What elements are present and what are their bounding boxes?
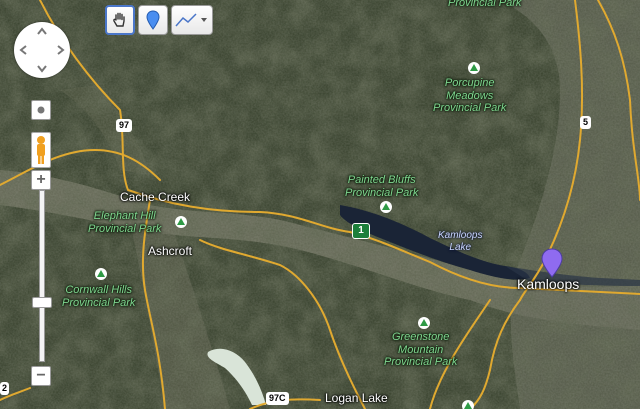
trans-canada-shield: 1 bbox=[352, 223, 370, 239]
marker-tool-button[interactable] bbox=[138, 5, 168, 35]
route-5-shield: 5 bbox=[580, 116, 592, 129]
city-label-ashcroft: Ashcroft bbox=[148, 244, 193, 258]
street-view-pegman-button[interactable] bbox=[31, 132, 51, 168]
satellite-map[interactable]: 97 5 97C 1 2 Provincial Park Porcupine M… bbox=[0, 0, 640, 412]
map-marker-icon[interactable] bbox=[541, 248, 563, 278]
edge-route-shield: 2 bbox=[0, 382, 10, 395]
marker-pin-icon bbox=[146, 10, 160, 30]
route-97c-shield: 97C bbox=[266, 392, 289, 405]
chevron-down-icon bbox=[201, 18, 207, 22]
park-label-elephant-hill: Elephant Hill Provincial Park bbox=[88, 210, 162, 235]
zoom-out-button[interactable]: − bbox=[31, 366, 51, 386]
zoom-in-button[interactable]: + bbox=[31, 170, 51, 190]
pegman-icon bbox=[37, 136, 45, 164]
park-tree-icon bbox=[468, 62, 480, 74]
lake-label-kamloops: Kamloops Lake bbox=[438, 230, 483, 253]
route-97-shield: 97 bbox=[116, 119, 133, 132]
reset-view-button[interactable] bbox=[31, 100, 51, 120]
polyline-icon bbox=[175, 13, 207, 27]
drawing-toolbar bbox=[105, 5, 213, 35]
pan-arrows-icon bbox=[19, 27, 65, 73]
city-label-logan-lake: Logan Lake bbox=[325, 391, 388, 405]
park-tree-icon bbox=[175, 216, 187, 228]
pan-control[interactable] bbox=[14, 22, 70, 78]
park-label-cornwall-hills: Cornwall Hills Provincial Park bbox=[62, 284, 136, 309]
city-label-cache-creek: Cache Creek bbox=[120, 190, 191, 204]
park-tree-icon bbox=[95, 268, 107, 280]
park-label-porcupine-meadows: Porcupine Meadows Provincial Park bbox=[433, 77, 507, 115]
hand-icon bbox=[113, 12, 125, 27]
park-tree-icon bbox=[418, 317, 430, 329]
terrain-layer bbox=[0, 0, 640, 410]
line-tool-button[interactable] bbox=[171, 5, 213, 35]
zoom-slider-track[interactable] bbox=[39, 190, 45, 362]
zoom-slider-handle[interactable] bbox=[32, 297, 52, 309]
park-label-greenstone-mountain: Greenstone Mountain Provincial Park bbox=[384, 331, 458, 369]
hand-tool-button[interactable] bbox=[105, 5, 135, 35]
park-label-painted-bluffs: Painted Bluffs Provincial Park bbox=[345, 174, 419, 199]
target-dot-icon bbox=[37, 106, 45, 114]
park-tree-icon bbox=[380, 201, 392, 213]
park-tree-icon bbox=[462, 400, 474, 412]
city-label-kamloops: Kamloops bbox=[517, 276, 580, 292]
park-label-top: Provincial Park bbox=[448, 0, 522, 9]
